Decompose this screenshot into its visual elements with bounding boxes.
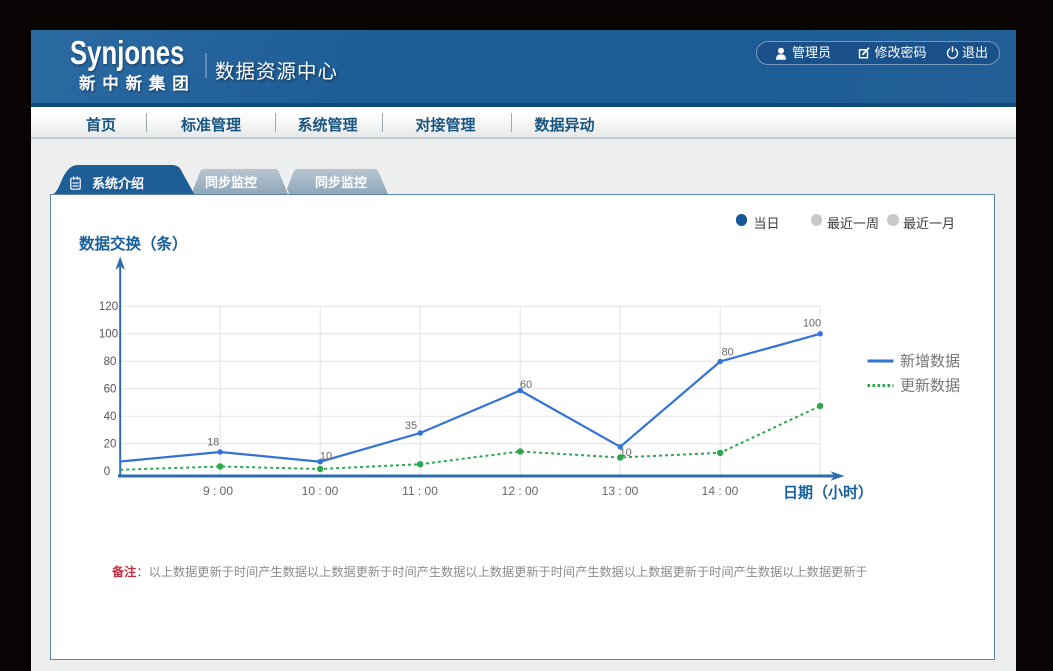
- svg-text:系统介绍: 系统介绍: [92, 176, 144, 191]
- svg-text:20: 20: [103, 439, 116, 451]
- svg-text:100: 100: [802, 318, 820, 330]
- svg-text:10: 10: [619, 447, 631, 459]
- svg-text:60: 60: [519, 379, 531, 391]
- svg-text:同步监控: 同步监控: [315, 175, 367, 190]
- svg-text:更新数据: 更新数据: [900, 378, 960, 395]
- svg-text:9 : 00: 9 : 00: [202, 484, 232, 498]
- svg-text:80: 80: [721, 347, 733, 359]
- svg-text:60: 60: [103, 384, 116, 396]
- svg-text:同步监控: 同步监控: [205, 175, 257, 190]
- svg-text:10 : 00: 10 : 00: [301, 484, 338, 498]
- svg-text:日期（小时）: 日期（小时）: [783, 484, 873, 502]
- svg-text:100: 100: [98, 329, 117, 341]
- svg-text:数据交换（条）: 数据交换（条）: [79, 234, 188, 253]
- svg-text:18: 18: [207, 437, 219, 449]
- svg-text:120: 120: [98, 301, 117, 313]
- svg-text:14 : 00: 14 : 00: [701, 484, 738, 498]
- svg-text:13 : 00: 13 : 00: [601, 484, 638, 498]
- svg-text:80: 80: [103, 356, 116, 368]
- svg-text:11 : 00: 11 : 00: [402, 484, 438, 498]
- svg-text:新增数据: 新增数据: [900, 353, 960, 370]
- svg-text:40: 40: [103, 411, 116, 423]
- svg-text:35: 35: [404, 420, 416, 432]
- svg-text:12 : 00: 12 : 00: [501, 484, 538, 498]
- svg-text:0: 0: [103, 466, 109, 478]
- svg-text:10: 10: [319, 451, 331, 463]
